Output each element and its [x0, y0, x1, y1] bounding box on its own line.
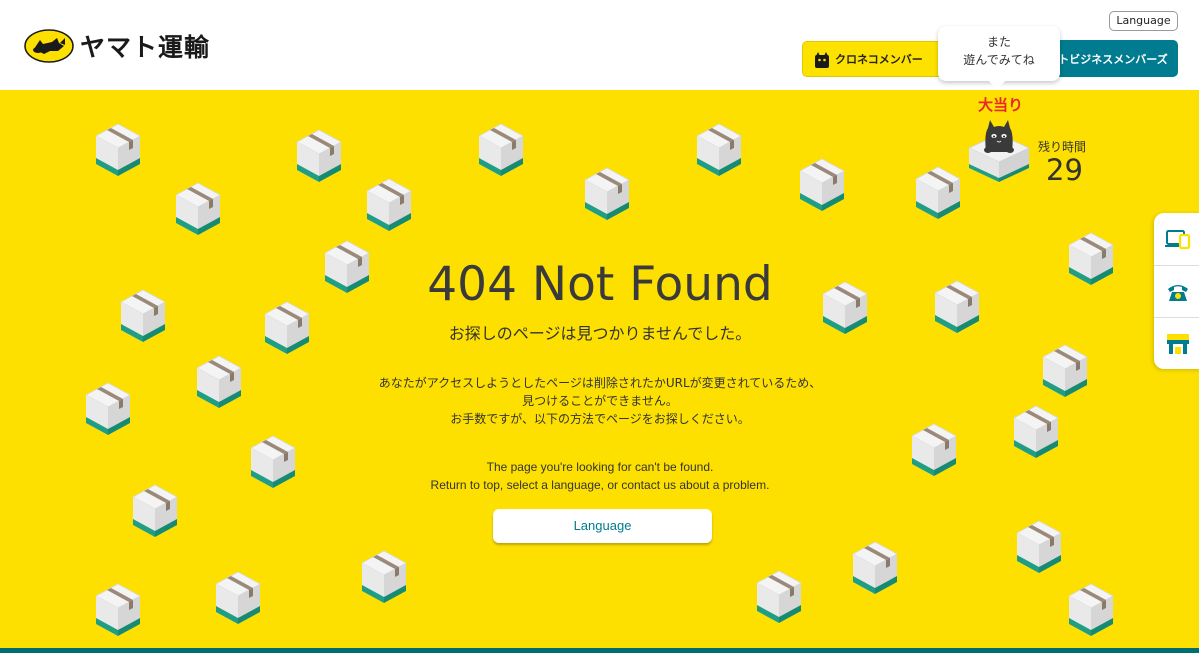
store-icon: [1167, 333, 1189, 354]
parcel-box-icon: [1068, 232, 1114, 286]
jackpot-label: 大当り: [978, 96, 1024, 114]
parcel-box-icon: [250, 435, 296, 489]
game-tooltip: また 遊んでみてね: [938, 26, 1060, 90]
kuroneko-members-label: クロネコメンバー: [835, 53, 923, 66]
phone-icon: [1168, 284, 1188, 301]
parcel-box-icon: [296, 129, 342, 183]
parcel-box-icon: [478, 123, 524, 177]
parcel-box-icon: [696, 123, 742, 177]
tooltip-line-1: また: [986, 35, 1011, 49]
remaining-time-value: 29: [1046, 153, 1083, 187]
parcel-box-icon: [852, 541, 898, 595]
parcel-box-icon: [934, 280, 980, 334]
parcel-box-icon: [915, 166, 961, 220]
parcel-box-icon: [215, 571, 261, 625]
parcel-box-icon: [911, 423, 957, 477]
parcel-box-icon: [196, 355, 242, 409]
side-menu-devices[interactable]: [1154, 213, 1199, 265]
parcel-box-icon: [95, 123, 141, 177]
parcel-box-icon: [1013, 405, 1059, 459]
logo-text: ヤマト運輸: [80, 33, 211, 62]
desc-jp-line: お手数ですが、以下の方法でページをお探しください。: [450, 412, 750, 426]
parcel-box-icon: [1068, 583, 1114, 637]
side-menu-phone[interactable]: [1154, 265, 1199, 317]
desc-en-line: The page you're looking for can't be fou…: [486, 460, 714, 474]
desc-en-line: Return to top, select a language, or con…: [430, 478, 770, 492]
parcel-box-icon: [120, 289, 166, 343]
desc-jp-line: 見つけることができません。: [522, 394, 678, 408]
parcel-box-icon: [1016, 520, 1062, 574]
error-subtitle: お探しのページは見つかりませんでした。: [448, 324, 752, 343]
parcel-box-icon: [132, 484, 178, 538]
black-cat-logo-icon: [24, 29, 74, 63]
language-button-top[interactable]: Language: [1109, 11, 1178, 31]
yamato-logo[interactable]: ヤマト運輸: [24, 28, 210, 64]
parcel-box-icon: [584, 167, 630, 221]
desc-jp-line: あなたがアクセスしようとしたページは削除されたかURLが変更されているため、: [378, 376, 822, 390]
parcel-box-icon: [1042, 344, 1088, 398]
tooltip-line-2: 遊んでみてね: [963, 53, 1035, 67]
parcel-box-icon: [756, 570, 802, 624]
side-menu: [1154, 213, 1199, 369]
parcel-box-icon: [95, 583, 141, 637]
business-members-label: トビジネスメンバーズ: [1058, 52, 1168, 66]
parcel-box-icon: [85, 382, 131, 436]
error-title: 404 Not Found: [427, 257, 773, 312]
parcel-box-icon: [799, 158, 845, 212]
cat-face-icon: [815, 52, 829, 68]
language-button[interactable]: Language: [493, 509, 712, 543]
error-description-en: The page you're looking for can't be fou…: [300, 458, 900, 494]
parcel-box-icon: [361, 550, 407, 604]
parcel-box-icon: [175, 182, 221, 236]
side-menu-store[interactable]: [1154, 317, 1199, 369]
parcel-box-icon: [366, 178, 412, 232]
bottom-strip: [0, 648, 1199, 653]
error-description-jp: あなたがアクセスしようとしたページは削除されたかURLが変更されているため、 見…: [300, 374, 900, 428]
devices-icon: [1165, 230, 1191, 250]
cat-in-box-icon[interactable]: [966, 116, 1032, 184]
